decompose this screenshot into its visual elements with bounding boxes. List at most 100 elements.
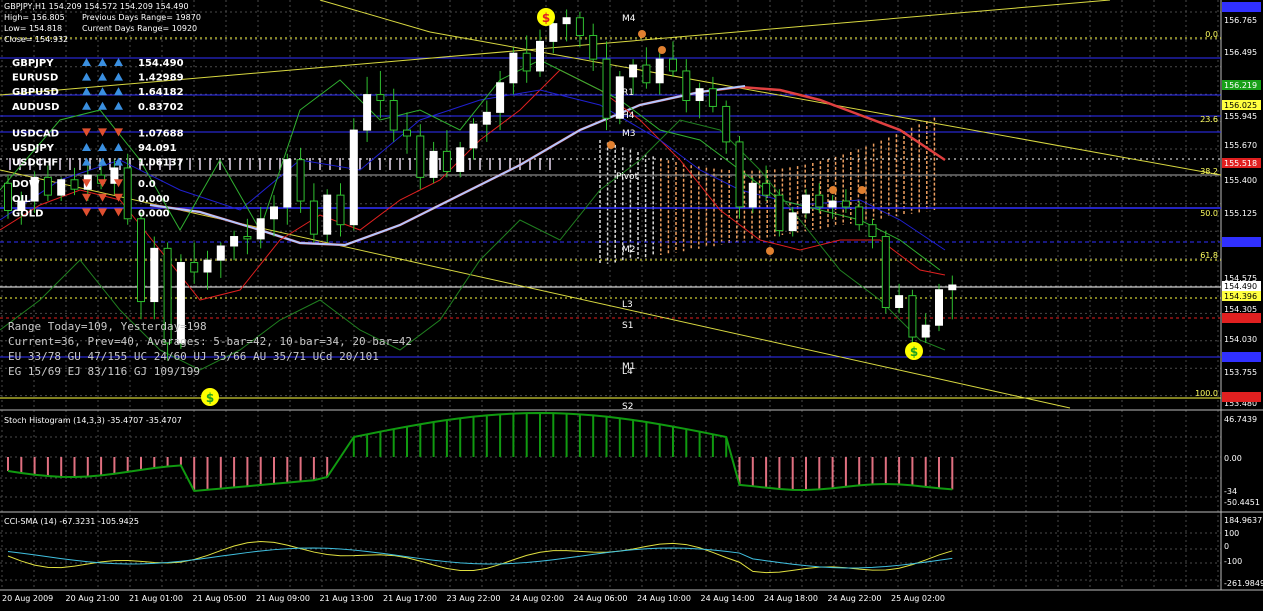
time-axis-label: 24 Aug 10:00	[637, 594, 691, 603]
price-marker: 155.518	[1222, 158, 1261, 168]
cci-title: CCI-SMA (14) -67.3231 -105.9425	[4, 517, 139, 526]
candle-body	[629, 64, 638, 78]
watchlist-row: GBPJPY 154.490	[12, 58, 184, 69]
candle-body	[349, 129, 358, 226]
candle	[669, 41, 677, 77]
svg-text:$: $	[542, 11, 550, 25]
svg-text:$: $	[206, 391, 214, 405]
candle-body	[935, 289, 943, 326]
price-marker-label: 154.396	[1224, 292, 1257, 301]
candle-body	[496, 82, 505, 113]
watchlist-price: 1.06137	[138, 158, 184, 169]
up-arrow-icon	[98, 72, 107, 81]
candle-body	[230, 236, 239, 247]
stoch-axis-zero: 0.00	[1224, 454, 1242, 463]
candle	[137, 212, 145, 320]
candle-body	[403, 129, 411, 137]
cci-axis-top: 184.9637	[1224, 516, 1262, 525]
candle	[256, 206, 265, 249]
price-axis-label: 155.125	[1224, 209, 1257, 218]
candle	[935, 283, 943, 332]
candle	[216, 242, 225, 278]
trading-chart-window[interactable]: $ $ $ M4 R1 H4 M3 Pivot M2 L3 S1 M1 L4 S…	[0, 0, 1263, 607]
up-arrow-icon	[82, 143, 91, 151]
pivot-label: S1	[622, 321, 633, 331]
candle-body	[881, 236, 890, 308]
candle	[309, 183, 318, 243]
watchlist-symbol: GBPUSD	[12, 87, 59, 98]
down-arrow-icon	[114, 208, 123, 217]
candle	[695, 82, 704, 119]
candle	[509, 47, 518, 95]
pivot-label: L4	[622, 367, 633, 377]
candle	[855, 201, 864, 231]
candle	[403, 112, 411, 154]
candle-body	[429, 150, 438, 178]
price-axis: 156.765 156.495 156.219 156.025 155.945 155.6…	[1222, 2, 1261, 408]
candle-body	[948, 284, 957, 291]
watchlist-price: 0.000	[138, 208, 170, 219]
day-close: Close= 154.932	[4, 35, 68, 44]
pair-ranges-2: EG 15/69 EJ 83/116 GJ 109/199	[8, 365, 200, 378]
candle-body	[323, 194, 332, 235]
fib-label: 23.6	[1200, 115, 1218, 124]
candle-body	[243, 236, 252, 240]
candle-body	[4, 182, 12, 212]
candle-body	[309, 200, 318, 235]
candle-body	[708, 88, 717, 107]
watchlist-price: 1.64182	[138, 87, 184, 98]
candle-body	[575, 17, 584, 36]
cci-sma-line	[7, 547, 953, 569]
up-arrow-icon	[82, 72, 91, 81]
price-chart[interactable]: $ $ $ M4 R1 H4 M3 Pivot M2 L3 S1 M1 L4 S…	[0, 0, 1263, 607]
up-arrow-icon	[82, 58, 91, 66]
candle	[948, 275, 957, 320]
price-marker: 154.396	[1222, 291, 1261, 301]
day-high: High= 156.805	[4, 13, 65, 22]
time-axis-label: 21 Aug 05:00	[193, 594, 247, 603]
stoch-title: Stoch Histogram (14,3,3) -35.4707 -35.47…	[4, 416, 182, 425]
price-marker: 156.025	[1222, 100, 1261, 110]
candle-body	[921, 324, 930, 338]
candle	[296, 147, 305, 213]
watchlist-row: USDJPY 94.091	[12, 143, 177, 154]
watchlist-symbol: AUDUSD	[12, 102, 59, 113]
time-axis-label: 21 Aug 13:00	[320, 594, 374, 603]
candle-body	[190, 262, 199, 273]
candle	[442, 130, 451, 178]
range-stats: Range Today=109, Yesterday=198 Current=3…	[8, 320, 412, 378]
candle	[389, 88, 398, 142]
price-level-tag	[1222, 352, 1261, 362]
svg-text:$: $	[910, 345, 918, 359]
pivot-label: S2	[622, 402, 633, 412]
candle-body	[669, 58, 677, 72]
watchlist-symbol: GBPJPY	[12, 58, 54, 69]
candle-body	[123, 167, 132, 220]
candle-body	[895, 295, 904, 308]
candle-body	[602, 58, 611, 119]
candle	[775, 189, 784, 237]
up-arrow-icon	[114, 58, 123, 66]
candle-body	[908, 295, 917, 338]
candle	[522, 35, 531, 83]
candle-body	[150, 247, 159, 303]
candle-body	[589, 34, 598, 60]
candle	[416, 124, 425, 190]
candle	[802, 189, 810, 219]
candle	[868, 218, 877, 249]
watchlist-symbol: USDJPY	[12, 143, 55, 154]
time-axis-label: 24 Aug 02:00	[510, 594, 564, 603]
price-axis-label: 155.945	[1224, 112, 1257, 121]
candle-body	[57, 179, 66, 196]
pivot-label: R1	[622, 88, 634, 98]
down-arrow-icon	[82, 208, 91, 217]
candle	[482, 100, 491, 142]
candle-body	[788, 212, 797, 232]
watchlist-price: 0.83702	[138, 102, 184, 113]
candle-body	[256, 218, 265, 240]
candle-body	[296, 159, 305, 202]
candle	[456, 141, 465, 178]
time-axis-label: 24 Aug 18:00	[764, 594, 818, 603]
cci-axis: 184.9637 100 0 -100 -261.9849	[1224, 516, 1263, 588]
pair-ranges-1: EU 33/78 GU 47/155 UC 24/60 UJ 55/66 AU …	[8, 350, 379, 363]
